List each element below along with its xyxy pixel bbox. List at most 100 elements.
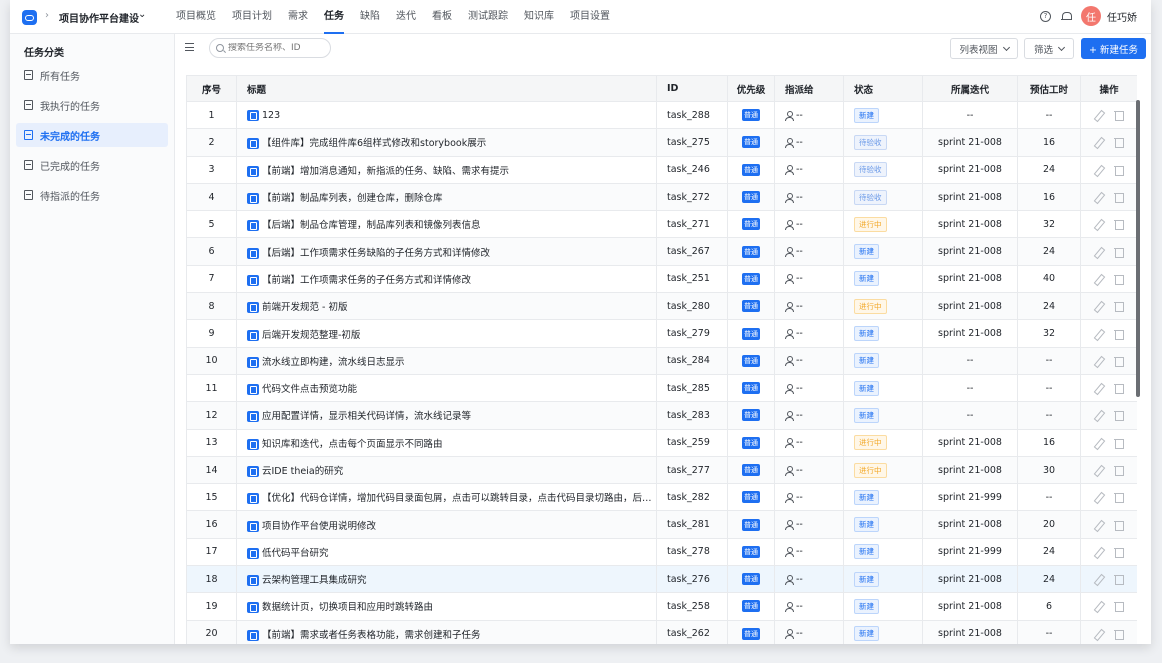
tab-8[interactable]: 知识库 <box>524 0 554 34</box>
assignee-cell[interactable]: -- <box>774 483 844 512</box>
title-cell[interactable]: 【优化】代码仓详情，增加代码目录面包屑，点击可以跳转目录，点击代码目录切路由，后… <box>236 483 657 512</box>
column-header[interactable]: 状态 <box>843 75 923 102</box>
status-cell[interactable]: 新建 <box>843 401 923 430</box>
title-cell[interactable]: 【后端】制品仓库管理，制品库列表和镜像列表信息 <box>236 210 657 239</box>
task-title[interactable]: 【后端】工作项需求任务缺陷的子任务方式和详情修改 <box>262 248 490 259</box>
status-badge[interactable]: 进行中 <box>854 216 887 232</box>
assignee-cell[interactable]: -- <box>774 537 844 567</box>
edit-icon[interactable] <box>1094 329 1104 339</box>
status-badge[interactable]: 新建 <box>854 489 879 505</box>
table-row[interactable]: 7 【前端】工作项需求任务的子任务方式和详情修改 task_251 普通 -- 新建 spr… <box>186 264 1137 294</box>
table-row[interactable]: 8 前端开发规范 - 初版 task_280 普通 -- 进行中 sprint 21-008… <box>186 292 1137 321</box>
status-badge[interactable]: 新建 <box>854 326 879 342</box>
trash-icon[interactable] <box>1114 574 1124 586</box>
title-cell[interactable]: 【组件库】完成组件库6组样式修改和storybook展示 <box>236 128 657 157</box>
task-title[interactable]: 流水线立即构建，流水线日志显示 <box>262 357 405 368</box>
title-cell[interactable]: 应用配置详情，显示相关代码详情，流水线记录等 <box>236 401 657 430</box>
column-header[interactable]: 序号 <box>186 75 237 102</box>
table-row[interactable]: 15 【优化】代码仓详情，增加代码目录面包屑，点击可以跳转目录，点击代码目录切路由… <box>186 483 1137 512</box>
assignee-cell[interactable]: -- <box>774 346 844 375</box>
assignee-cell[interactable]: -- <box>774 155 844 184</box>
column-header[interactable]: 预估工时 <box>1017 75 1081 102</box>
status-cell[interactable]: 新建 <box>843 264 923 294</box>
task-title[interactable]: 【前端】工作项需求任务的子任务方式和详情修改 <box>262 275 471 286</box>
assignee-cell[interactable]: -- <box>774 510 844 539</box>
status-badge[interactable]: 新建 <box>854 571 879 587</box>
table-row[interactable]: 18 云架构管理工具集成研究 task_276 普通 -- 新建 sprint 21-008… <box>186 565 1137 594</box>
status-badge[interactable]: 进行中 <box>854 298 887 314</box>
assignee-cell[interactable]: -- <box>774 592 844 621</box>
search-input[interactable] <box>228 43 323 53</box>
table-row[interactable]: 4 【前端】制品库列表，创建仓库，删除仓库 task_272 普通 -- 待验收 sprin… <box>186 182 1137 212</box>
table-row[interactable]: 6 【后端】工作项需求任务缺陷的子任务方式和详情修改 task_267 普通 -- 新建 s… <box>186 237 1137 266</box>
status-cell[interactable]: 待验收 <box>843 182 923 212</box>
scrollbar[interactable] <box>1136 100 1140 397</box>
task-title[interactable]: 【后端】制品仓库管理，制品库列表和镜像列表信息 <box>262 220 481 231</box>
edit-icon[interactable] <box>1094 601 1104 611</box>
trash-icon[interactable] <box>1114 137 1124 149</box>
status-cell[interactable]: 新建 <box>843 346 923 375</box>
task-title[interactable]: 应用配置详情，显示相关代码详情，流水线记录等 <box>262 411 471 422</box>
title-cell[interactable]: 【前端】制品库列表，创建仓库，删除仓库 <box>236 182 657 212</box>
title-cell[interactable]: 数据统计页，切换项目和应用时跳转路由 <box>236 592 657 621</box>
edit-icon[interactable] <box>1094 301 1104 311</box>
column-header[interactable]: 指派给 <box>774 75 844 102</box>
edit-icon[interactable] <box>1094 247 1104 257</box>
column-header[interactable]: 所属迭代 <box>922 75 1018 102</box>
trash-icon[interactable] <box>1114 274 1124 285</box>
assignee-cell[interactable]: -- <box>774 210 844 239</box>
edit-icon[interactable] <box>1094 165 1104 175</box>
status-badge[interactable]: 待验收 <box>854 134 887 150</box>
task-title[interactable]: 代码文件点击预览功能 <box>262 384 357 395</box>
table-row[interactable]: 10 流水线立即构建，流水线日志显示 task_284 普通 -- 新建 -- -- <box>186 346 1137 375</box>
sidebar-item-3[interactable]: 已完成的任务 <box>16 153 168 177</box>
status-badge[interactable]: 待验收 <box>854 162 887 178</box>
assignee-cell[interactable]: -- <box>774 565 844 594</box>
trash-icon[interactable] <box>1114 329 1124 340</box>
status-cell[interactable]: 进行中 <box>843 428 923 457</box>
table-row[interactable]: 12 应用配置详情，显示相关代码详情，流水线记录等 task_283 普通 -- 新建 --… <box>186 401 1137 430</box>
status-badge[interactable]: 新建 <box>854 107 879 123</box>
new-task-button[interactable]: + 新建任务 <box>1081 38 1146 59</box>
table-row[interactable]: 5 【后端】制品仓库管理，制品库列表和镜像列表信息 task_271 普通 -- 进行中 s… <box>186 210 1137 239</box>
status-badge[interactable]: 新建 <box>854 407 879 423</box>
status-cell[interactable]: 新建 <box>843 565 923 594</box>
title-cell[interactable]: 【后端】工作项需求任务缺陷的子任务方式和详情修改 <box>236 237 657 266</box>
column-header[interactable]: 操作 <box>1080 75 1137 102</box>
edit-icon[interactable] <box>1094 465 1104 475</box>
title-cell[interactable]: 低代码平台研究 <box>236 537 657 567</box>
table-row[interactable]: 11 代码文件点击预览功能 task_285 普通 -- 新建 -- -- <box>186 373 1137 403</box>
assignee-cell[interactable]: -- <box>774 182 844 212</box>
trash-icon[interactable] <box>1114 520 1124 531</box>
task-title[interactable]: 【组件库】完成组件库6组样式修改和storybook展示 <box>262 138 486 149</box>
task-title[interactable]: 【前端】制品库列表，创建仓库，删除仓库 <box>262 193 443 204</box>
sidebar-item-4[interactable]: 待指派的任务 <box>16 183 168 207</box>
assignee-cell[interactable]: -- <box>774 373 844 403</box>
collapse-sidebar-icon[interactable] <box>185 43 194 51</box>
trash-icon[interactable] <box>1114 356 1124 367</box>
tab-2[interactable]: 需求 <box>288 0 308 34</box>
trash-icon[interactable] <box>1114 465 1124 476</box>
tab-7[interactable]: 测试跟踪 <box>468 0 508 34</box>
assignee-cell[interactable]: -- <box>774 100 844 130</box>
title-cell[interactable]: 云架构管理工具集成研究 <box>236 565 657 594</box>
title-cell[interactable]: 后端开发规范整理-初版 <box>236 319 657 348</box>
trash-icon[interactable] <box>1114 438 1124 449</box>
table-row[interactable]: 16 项目协作平台使用说明修改 task_281 普通 -- 新建 sprint 21-00… <box>186 510 1137 539</box>
task-title[interactable]: 项目协作平台使用说明修改 <box>262 521 376 532</box>
status-cell[interactable]: 新建 <box>843 510 923 539</box>
column-header[interactable]: ID <box>656 75 728 102</box>
edit-icon[interactable] <box>1094 520 1104 530</box>
title-cell[interactable]: 123 <box>236 100 657 130</box>
tab-1[interactable]: 项目计划 <box>232 0 272 34</box>
column-header[interactable]: 优先级 <box>727 75 775 102</box>
trash-icon[interactable] <box>1114 383 1124 395</box>
table-row[interactable]: 13 知识库和迭代，点击每个页面显示不同路由 task_259 普通 -- 进行中 spri… <box>186 428 1137 457</box>
title-cell[interactable]: 【前端】需求或者任务表格功能，需求创建和子任务 <box>236 619 657 644</box>
status-cell[interactable]: 进行中 <box>843 455 923 485</box>
assignee-cell[interactable]: -- <box>774 428 844 457</box>
title-cell[interactable]: 【前端】工作项需求任务的子任务方式和详情修改 <box>236 264 657 294</box>
search-box[interactable] <box>209 38 331 58</box>
status-badge[interactable]: 新建 <box>854 271 879 287</box>
status-cell[interactable]: 新建 <box>843 373 923 403</box>
